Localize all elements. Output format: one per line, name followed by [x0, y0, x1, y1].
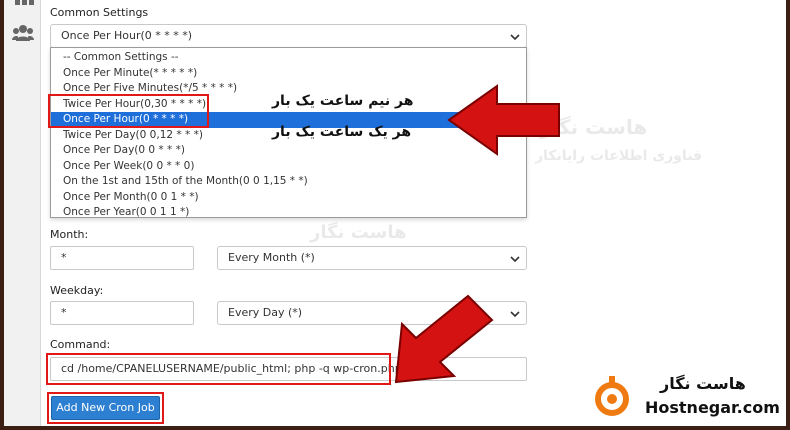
- brand-name-fa: هاست نگار: [660, 374, 746, 393]
- arrow-down-left-icon: [394, 294, 494, 384]
- month-label: Month:: [50, 228, 89, 241]
- month-select[interactable]: Every Month (*): [217, 246, 527, 270]
- chevron-down-icon: [510, 311, 520, 318]
- button-highlight-box: [47, 392, 164, 424]
- annotation-one-hour: هر یک ساعت یک بار: [272, 124, 412, 140]
- option-once-per-minute[interactable]: Once Per Minute(* * * * *): [51, 66, 526, 82]
- brand-name-en: Hostnegar.com: [645, 398, 780, 417]
- left-sidebar: [4, 0, 41, 426]
- options-highlight-box: [48, 94, 209, 128]
- weekday-label: Weekday:: [50, 284, 104, 297]
- common-settings-label: Common Settings: [50, 6, 149, 19]
- chevron-down-icon: [510, 256, 520, 263]
- hostnegar-logo-icon: [595, 376, 629, 416]
- option-once-per-year[interactable]: Once Per Year(0 0 1 1 *): [51, 205, 526, 221]
- annotation-half-hour: هر نیم ساعت یک بار: [272, 93, 414, 109]
- month-select-value: Every Month (*): [228, 251, 315, 264]
- watermark-title-2: هاست نگار: [310, 222, 407, 243]
- cron-form: هاست نگار فناوری اطلاعات رایانکار هاست ن…: [40, 0, 786, 426]
- option-once-per-week[interactable]: Once Per Week(0 0 * * 0): [51, 159, 526, 175]
- option-once-per-month[interactable]: Once Per Month(0 0 1 * *): [51, 190, 526, 206]
- option-1st-and-15th[interactable]: On the 1st and 15th of the Month(0 0 1,1…: [51, 174, 526, 190]
- command-label: Command:: [50, 338, 111, 351]
- option-common-settings[interactable]: -- Common Settings --: [51, 50, 526, 66]
- chevron-down-icon: [510, 34, 520, 41]
- arrow-left-icon: [447, 84, 560, 156]
- weekday-input[interactable]: *: [50, 301, 194, 325]
- command-highlight-box: [46, 353, 391, 385]
- common-settings-select[interactable]: Once Per Hour(0 * * * *): [50, 24, 527, 48]
- users-icon[interactable]: [12, 22, 34, 44]
- grid-icon[interactable]: [12, 0, 34, 22]
- month-input[interactable]: *: [50, 246, 194, 270]
- common-settings-value: Once Per Hour(0 * * * *): [61, 29, 193, 42]
- weekday-select-value: Every Day (*): [228, 306, 303, 319]
